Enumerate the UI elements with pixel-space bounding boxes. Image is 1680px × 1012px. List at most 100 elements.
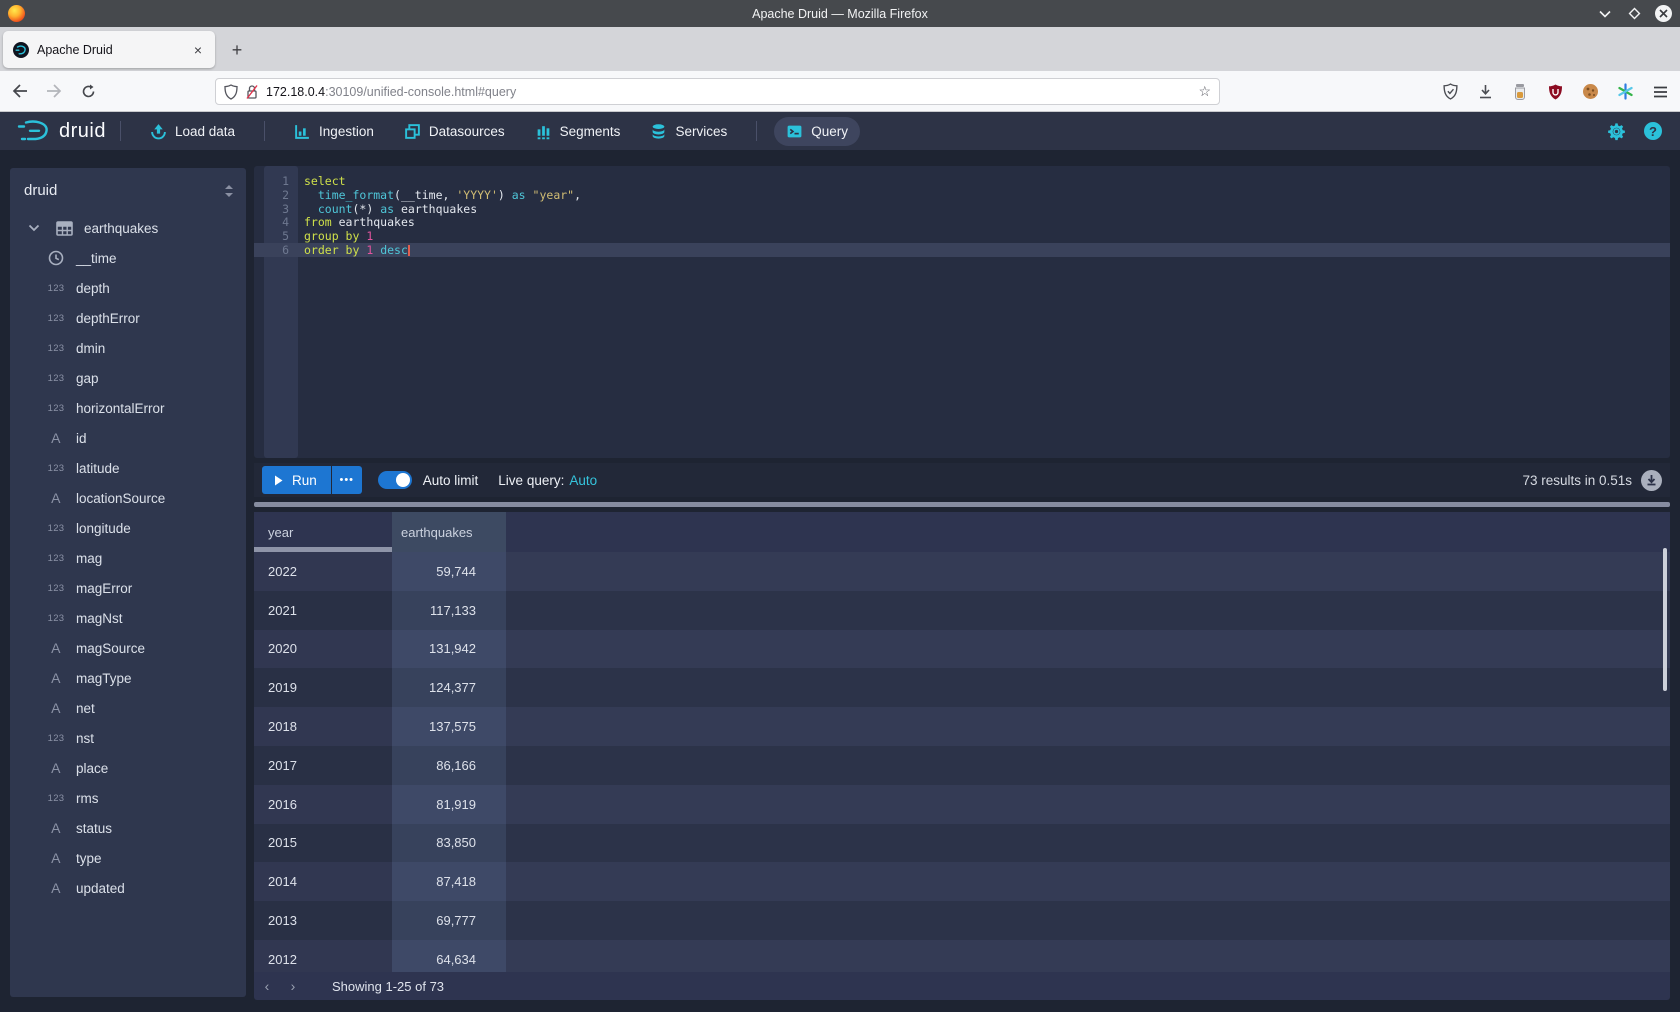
tree-item-column-rms[interactable]: 123rms xyxy=(10,783,246,813)
download-results-icon[interactable] xyxy=(1641,470,1662,491)
cell-earthquakes[interactable]: 64,634 xyxy=(392,940,506,972)
nav-item-services[interactable]: Services xyxy=(638,117,739,146)
menu-icon[interactable] xyxy=(1650,82,1670,102)
nav-item-datasources[interactable]: Datasources xyxy=(392,117,517,146)
cookie-icon[interactable] xyxy=(1580,82,1600,102)
url-bar[interactable]: 172.18.0.4:30109/unified-console.html#qu… xyxy=(215,78,1220,105)
cell-earthquakes[interactable]: 87,418 xyxy=(392,862,506,901)
vertical-scrollbar[interactable] xyxy=(1663,548,1667,691)
run-button[interactable]: Run xyxy=(262,466,331,494)
forward-icon[interactable] xyxy=(40,77,68,105)
tree-item-column-status[interactable]: Astatus xyxy=(10,813,246,843)
tree-item-column-gap[interactable]: 123gap xyxy=(10,363,246,393)
tree-item-column-place[interactable]: Aplace xyxy=(10,753,246,783)
sql-line-6[interactable]: 6order by 1 desc xyxy=(254,243,1670,257)
cell-year[interactable]: 2012 xyxy=(254,940,392,972)
ublock-icon[interactable] xyxy=(1545,82,1565,102)
tracking-shield-icon[interactable] xyxy=(224,84,238,100)
downloads-icon[interactable] xyxy=(1475,82,1495,102)
double-caret-icon[interactable] xyxy=(224,184,234,198)
cell-earthquakes[interactable]: 137,575 xyxy=(392,707,506,746)
tree-item-column-nst[interactable]: 123nst xyxy=(10,723,246,753)
tree-item-column-horizontalError[interactable]: 123horizontalError xyxy=(10,393,246,423)
extension-jar-icon[interactable] xyxy=(1510,82,1530,102)
column-header-year[interactable]: year xyxy=(254,512,392,552)
maximize-icon[interactable] xyxy=(1626,6,1642,22)
reload-icon[interactable] xyxy=(74,77,102,105)
cell-year[interactable]: 2017 xyxy=(254,746,392,785)
tree-item-column-magError[interactable]: 123magError xyxy=(10,573,246,603)
tree-item-column-longitude[interactable]: 123longitude xyxy=(10,513,246,543)
window-titlebar[interactable]: Apache Druid — Mozilla Firefox xyxy=(0,0,1680,27)
tree-item-column-magType[interactable]: AmagType xyxy=(10,663,246,693)
tree-item-column-updated[interactable]: Aupdated xyxy=(10,873,246,903)
tree-item-column-magNst[interactable]: 123magNst xyxy=(10,603,246,633)
cell-earthquakes[interactable]: 86,166 xyxy=(392,746,506,785)
tree-item-column-depthError[interactable]: 123depthError xyxy=(10,303,246,333)
sql-line-5[interactable]: 5group by 1 xyxy=(254,229,1670,243)
account-shield-icon[interactable] xyxy=(1440,82,1460,102)
next-page-icon[interactable]: › xyxy=(280,978,306,994)
sql-code: order by 1 desc xyxy=(298,243,410,257)
nav-item-query[interactable]: Query xyxy=(774,117,860,146)
minimize-icon[interactable] xyxy=(1597,6,1613,22)
horizontal-scrollbar[interactable] xyxy=(254,502,1670,507)
sql-editor[interactable]: 1select2 time_format(__time, 'YYYY') as … xyxy=(254,166,1670,458)
prev-page-icon[interactable]: ‹ xyxy=(254,978,280,994)
cell-earthquakes[interactable]: 81,919 xyxy=(392,785,506,824)
close-icon[interactable] xyxy=(1655,5,1672,22)
tab-apache-druid[interactable]: Apache Druid × xyxy=(3,31,215,68)
cell-year[interactable]: 2013 xyxy=(254,901,392,940)
cell-year[interactable]: 2014 xyxy=(254,862,392,901)
sql-line-4[interactable]: 4from earthquakes xyxy=(254,215,1670,229)
cell-year[interactable]: 2020 xyxy=(254,630,392,669)
cell-year[interactable]: 2015 xyxy=(254,824,392,863)
auto-limit-toggle[interactable] xyxy=(378,471,412,489)
cell-earthquakes[interactable]: 131,942 xyxy=(392,630,506,669)
tree-item-column-type[interactable]: Atype xyxy=(10,843,246,873)
new-tab-button[interactable]: + xyxy=(224,37,250,63)
settings-gear-icon[interactable] xyxy=(1607,122,1626,141)
run-more-button[interactable]: ••• xyxy=(332,466,362,494)
cell-earthquakes[interactable]: 117,133 xyxy=(392,591,506,630)
sql-line-1[interactable]: 1select xyxy=(254,174,1670,188)
tree-item-column-locationSource[interactable]: AlocationSource xyxy=(10,483,246,513)
cell-earthquakes[interactable]: 83,850 xyxy=(392,824,506,863)
help-icon[interactable]: ? xyxy=(1644,122,1662,140)
nav-item-load-data[interactable]: Load data xyxy=(138,117,247,146)
sql-line-2[interactable]: 2 time_format(__time, 'YYYY') as "year", xyxy=(254,188,1670,202)
window-title: Apache Druid — Mozilla Firefox xyxy=(0,7,1680,21)
cell-year[interactable]: 2019 xyxy=(254,668,392,707)
live-query-value[interactable]: Auto xyxy=(569,473,597,488)
nav-item-segments[interactable]: Segments xyxy=(523,117,633,146)
tree-item-column-mag[interactable]: 123mag xyxy=(10,543,246,573)
tree-item-column-latitude[interactable]: 123latitude xyxy=(10,453,246,483)
sql-line-3[interactable]: 3 count(*) as earthquakes xyxy=(254,202,1670,216)
nav-item-ingestion[interactable]: Ingestion xyxy=(282,117,386,146)
cell-earthquakes[interactable]: 124,377 xyxy=(392,668,506,707)
tree-item-column-net[interactable]: Anet xyxy=(10,693,246,723)
sql-code: group by 1 xyxy=(298,229,373,243)
tab-close-icon[interactable]: × xyxy=(191,42,205,58)
insecure-lock-icon[interactable] xyxy=(245,84,259,100)
cell-year[interactable]: 2022 xyxy=(254,552,392,591)
cell-earthquakes[interactable]: 59,744 xyxy=(392,552,506,591)
druid-logo[interactable]: druid xyxy=(16,118,106,144)
tree-item-column-__time[interactable]: __time xyxy=(10,243,246,273)
cell-year[interactable]: 2021 xyxy=(254,591,392,630)
back-icon[interactable] xyxy=(6,77,34,105)
tree-item-table-earthquakes[interactable]: earthquakes xyxy=(10,213,246,243)
column-header-earthquakes[interactable]: earthquakes xyxy=(392,512,506,552)
tree-item-column-magSource[interactable]: AmagSource xyxy=(10,633,246,663)
cell-year[interactable]: 2018 xyxy=(254,707,392,746)
cell-year[interactable]: 2016 xyxy=(254,785,392,824)
tree-item-column-id[interactable]: Aid xyxy=(10,423,246,453)
play-icon xyxy=(274,475,283,486)
tree-item-column-depth[interactable]: 123depth xyxy=(10,273,246,303)
chevron-down-icon[interactable] xyxy=(24,224,44,232)
consent-asterisk-icon[interactable] xyxy=(1615,82,1635,102)
tree-item-column-dmin[interactable]: 123dmin xyxy=(10,333,246,363)
line-number: 5 xyxy=(254,229,298,243)
bookmark-star-icon[interactable]: ☆ xyxy=(1198,83,1211,100)
cell-earthquakes[interactable]: 69,777 xyxy=(392,901,506,940)
